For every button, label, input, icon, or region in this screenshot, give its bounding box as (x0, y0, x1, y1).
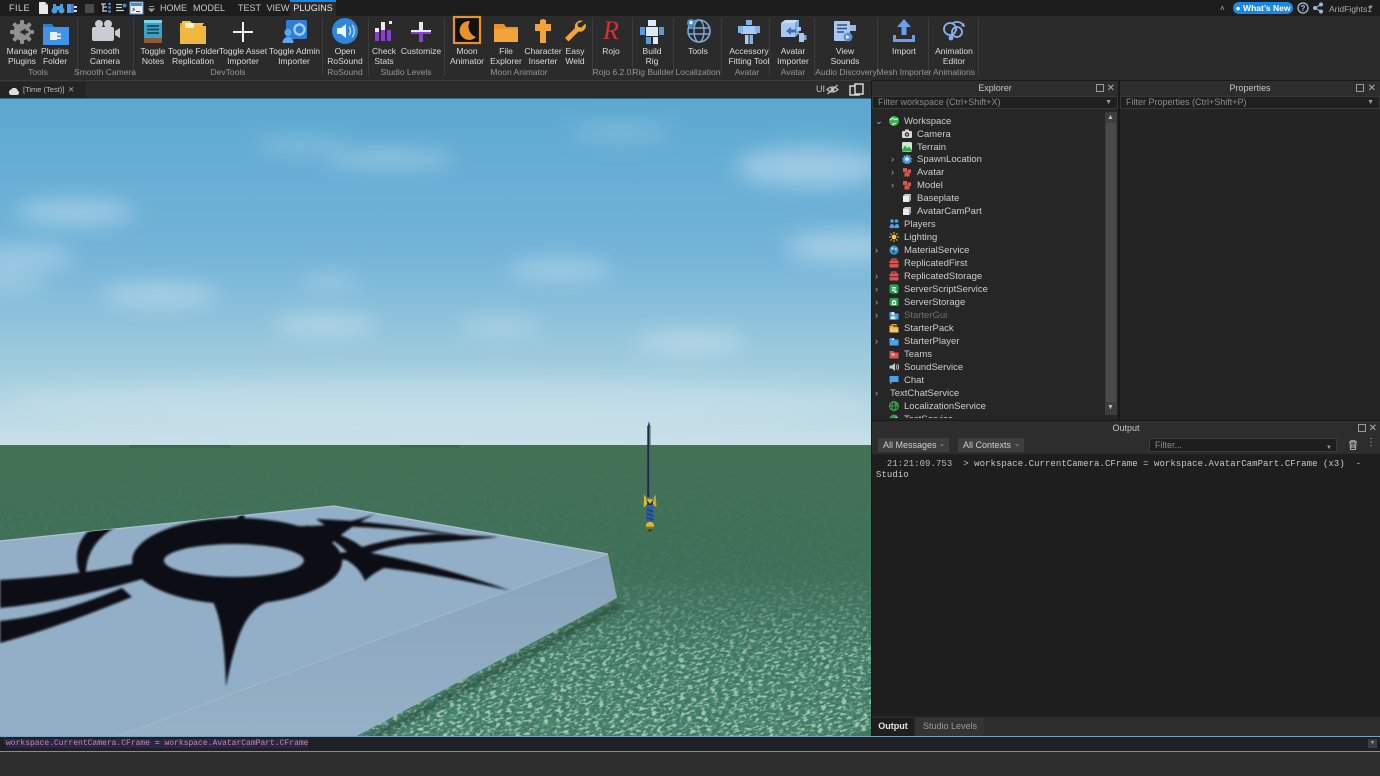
svg-text:R: R (602, 17, 619, 45)
svg-text:?: ? (1301, 4, 1306, 13)
